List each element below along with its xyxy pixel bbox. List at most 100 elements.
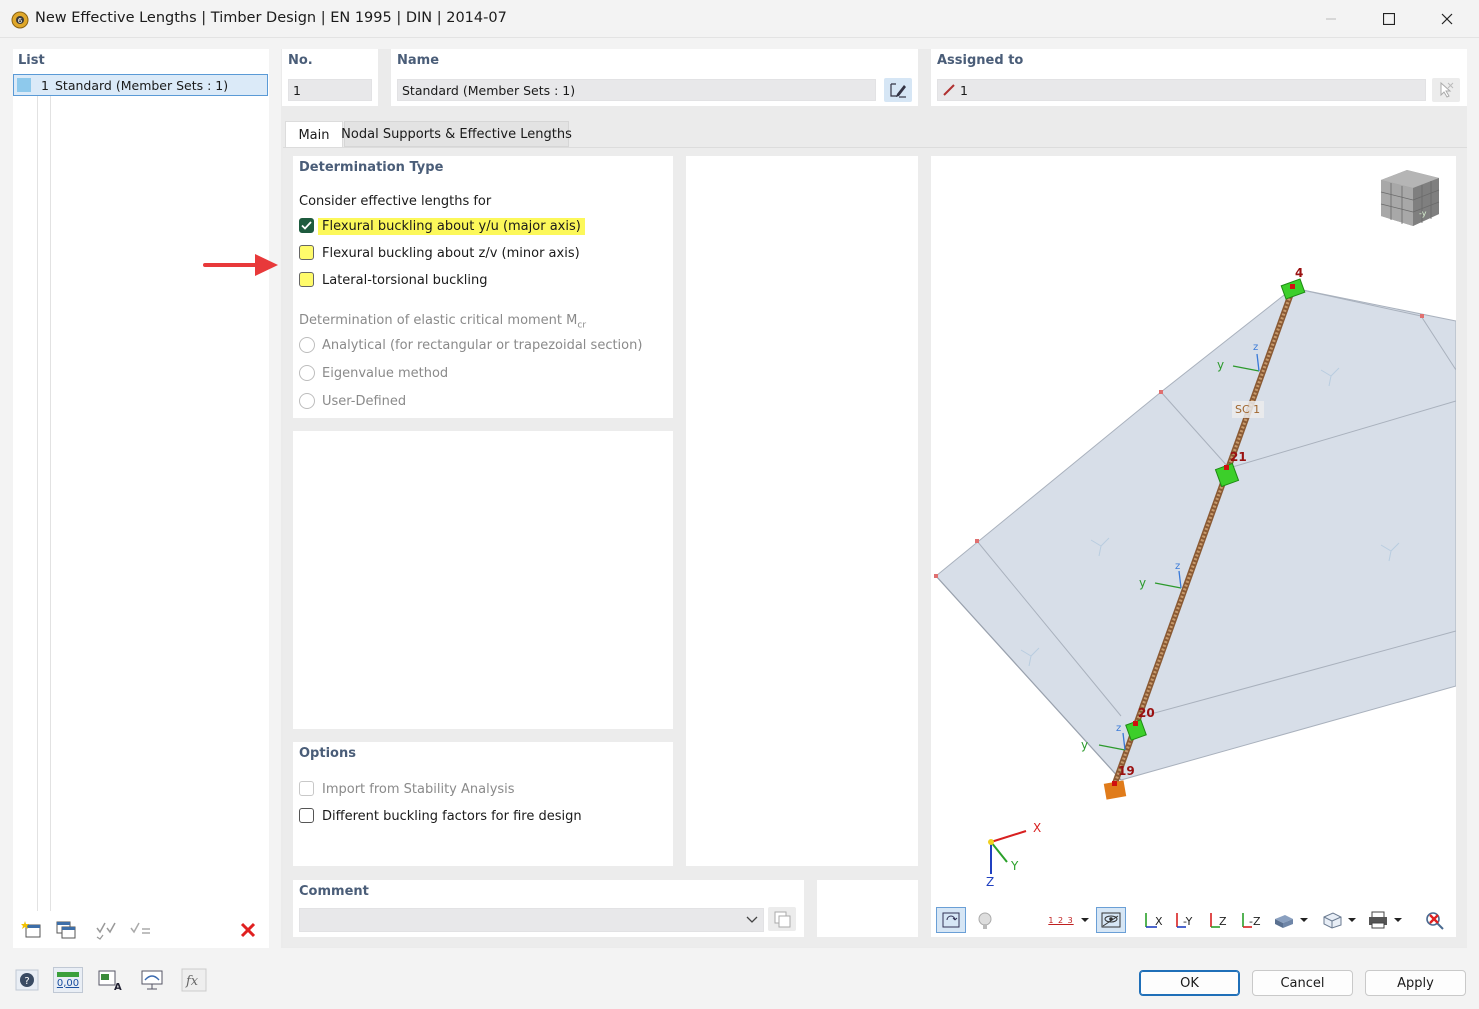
delete-icon[interactable] [234,918,262,942]
render-mode-dropdown[interactable] [1270,907,1312,933]
global-axis-y: Y [1011,859,1019,873]
flexural-z-label: Flexural buckling about z/v (minor axis) [322,246,580,261]
user-defined-label: User-Defined [322,394,407,409]
formula-icon[interactable]: fx [179,967,209,993]
apply-button-label: Apply [1397,975,1434,991]
view-cube[interactable]: -y [1377,166,1441,230]
assigned-label: Assigned to [937,53,1024,68]
list-header: List [18,53,45,68]
list-item-number: 1 [41,78,49,93]
lateral-torsional-checkbox[interactable] [299,272,314,287]
local-axis-z: z [1116,723,1122,734]
view-z-icon[interactable]: Z [1203,907,1233,933]
flexural-y-label: Flexural buckling about y/u (major axis) [318,218,585,235]
cancel-button-label: Cancel [1280,975,1325,991]
local-axis-z: z [1253,342,1259,353]
tab-nodal-supports[interactable]: Nodal Supports & Effective Lengths [341,121,572,147]
list-panel [13,49,269,948]
ok-button[interactable]: OK [1139,970,1240,996]
mcr-label: Determination of elastic critical moment… [299,313,586,331]
view-x-icon[interactable]: X [1138,907,1168,933]
tab-main[interactable]: Main [285,121,343,148]
eigenvalue-radio[interactable] [299,365,315,381]
clear-selection-icon[interactable] [1420,907,1450,933]
flexural-y-checkbox[interactable] [299,218,314,233]
graphics-viewport[interactable]: 4 21 20 19 SC 1 y z y z y z X Y Z -y [931,156,1456,906]
local-axis-z: z [1175,561,1181,572]
fire-design-label: Different buckling factors for fire desi… [322,809,582,824]
help-icon[interactable]: ? [12,967,42,993]
print-dropdown[interactable] [1364,907,1406,933]
import-stability-checkbox[interactable] [299,781,314,796]
local-axis-y: y [1217,358,1225,372]
mcr-label-text: Determination of elastic critical moment… [299,313,578,328]
copy-item-icon[interactable] [52,918,80,942]
comment-library-icon[interactable] [768,907,796,931]
sync-view-icon[interactable] [936,907,966,933]
close-button[interactable] [1418,0,1476,38]
member-set-label: SC 1 [1235,403,1261,416]
svg-text:Z: Z [1219,915,1227,928]
view-cube-face-label: -y [1419,209,1427,218]
mcr-label-subscript: cr [577,320,587,331]
annotation-arrow-icon [203,253,279,281]
view-mode-dropdown[interactable] [1318,907,1360,933]
text-settings-icon[interactable]: A [95,967,125,993]
view-minus-y-icon[interactable]: -Y [1170,907,1200,933]
svg-text:?: ? [24,976,29,987]
ok-button-label: OK [1180,975,1199,991]
member-icon [943,84,955,96]
svg-text:A: A [114,982,122,992]
check-all-icon[interactable] [93,918,121,942]
svg-text:fx: fx [185,974,199,989]
list-item-label: Standard (Member Sets : 1) [55,78,229,93]
checkbox-checked[interactable] [299,218,314,233]
minimize-button[interactable] [1302,0,1360,38]
apply-button[interactable]: Apply [1365,970,1466,996]
new-item-icon[interactable] [18,918,46,942]
assigned-field[interactable]: 1 [937,79,1426,101]
local-axis-y: y [1081,738,1089,752]
view-minus-z-icon[interactable]: -Z [1236,907,1266,933]
uncheck-all-icon[interactable] [127,918,155,942]
units-icon-label: 0,00 [56,977,80,989]
list-item[interactable]: 1 Standard (Member Sets : 1) [13,74,268,96]
svg-text:X: X [1155,915,1163,928]
visibility-icon[interactable] [1096,907,1126,933]
select-in-graphics-icon[interactable] [1432,78,1460,102]
info-view-icon[interactable] [970,907,1000,933]
name-field[interactable]: Standard (Member Sets : 1) [397,79,876,101]
view-settings-icon[interactable] [137,967,167,993]
analytical-radio[interactable] [299,337,315,353]
checkbox-unchecked[interactable] [299,272,314,287]
comment-label: Comment [299,884,369,899]
fire-design-checkbox[interactable] [299,808,314,823]
cancel-button[interactable]: Cancel [1252,970,1353,996]
maximize-button[interactable] [1360,0,1418,38]
list-guide-line [50,96,51,911]
side-panel [686,156,918,866]
numbering-dropdown[interactable]: 1 2 3 [1048,907,1090,933]
svg-text:-Z: -Z [1249,915,1261,928]
window-title: New Effective Lengths | Timber Design | … [35,10,507,26]
units-icon[interactable]: 0,00 [53,967,83,993]
comment-field[interactable] [299,908,764,932]
node-label: 4 [1295,266,1304,280]
lateral-torsional-label: Lateral-torsional buckling [322,273,488,288]
number-label: No. [288,53,313,68]
options-header: Options [299,746,356,761]
node-label: 19 [1118,764,1135,778]
number-field[interactable]: 1 [288,79,372,101]
checkbox-unchecked[interactable] [299,245,314,260]
list-item-color-swatch [17,78,31,92]
user-defined-radio[interactable] [299,393,315,409]
local-axis-y: y [1139,576,1147,590]
determination-header: Determination Type [299,160,444,175]
empty-panel [293,431,673,729]
global-axis-z: Z [986,875,995,889]
list-guide-line [37,96,38,911]
comment-side-panel [817,880,918,937]
flexural-z-checkbox[interactable] [299,245,314,260]
chevron-down-icon[interactable] [746,913,758,928]
edit-name-icon[interactable] [884,78,912,102]
